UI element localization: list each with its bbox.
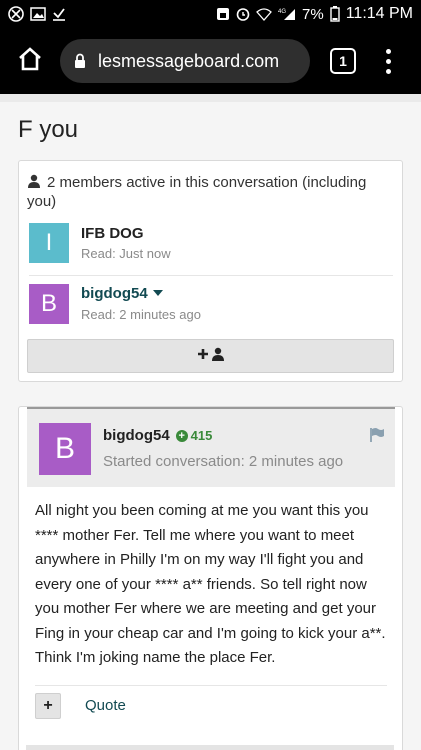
active-members-card: 2 members active in this conversation (i… [18,160,403,382]
battery-icon [330,6,340,22]
members-header: 2 members active in this conversation (i… [27,173,387,211]
message-header: B bigdog54 + 415 Started conversation: 2… [27,407,395,487]
xbox-icon [8,6,24,22]
address-bar[interactable]: lesmessageboard.com [60,39,310,83]
dot-icon [385,68,391,74]
signal-icon: 4G [278,7,296,21]
chevron-down-icon[interactable] [152,290,163,296]
tab-switcher-button[interactable]: 1 [330,48,356,74]
avatar[interactable]: B [39,423,91,475]
browser-toolbar: lesmessageboard.com 1 [0,28,421,94]
reputation-badge: + 415 [175,428,213,443]
svg-text:4G: 4G [278,9,286,15]
plus-circle-icon: + [175,429,188,442]
page-title: F you [18,116,79,143]
home-icon [17,46,43,76]
user-icon [212,347,224,366]
status-bar: 4G 7% 11:14 PM [0,0,421,28]
invite-member-button[interactable] [27,339,394,373]
avatar[interactable]: B [29,283,69,324]
reputation-count: 415 [190,428,213,443]
members-header-text: 2 members active in this conversation (i… [27,174,367,210]
download-done-icon [52,7,66,21]
plus-icon [197,347,209,365]
dot-icon [385,58,391,64]
user-icon [27,174,41,188]
battery-percent: 7% [302,5,324,23]
member-read-status: Read: 2 minutes ago [81,307,201,322]
page-top-strip [0,94,421,102]
clock: 11:14 PM [345,5,413,22]
divider [35,685,387,686]
message-card: B bigdog54 + 415 Started conversation: 2… [18,406,403,750]
message-body: All night you been coming at me you want… [35,502,386,666]
member-name: IFB DOG [81,225,144,242]
author-line: bigdog54 + 415 [103,427,212,444]
member-row: B bigdog54 Read: 2 minutes ago [29,275,393,331]
member-row: I IFB DOG Read: Just now [29,215,393,271]
dot-icon [385,48,391,54]
next-message-edge [26,745,394,750]
author-name[interactable]: bigdog54 [103,427,170,444]
lock-icon [74,53,86,69]
flag-icon[interactable] [369,427,385,443]
multiquote-button[interactable]: + [35,693,61,719]
member-name-link[interactable]: bigdog54 [81,285,148,302]
alarm-icon [236,7,250,21]
page-content: F you 2 members active in this conversat… [0,94,421,750]
quote-link[interactable]: Quote [85,697,126,714]
lock-notification-icon [216,7,230,21]
browser-menu-button[interactable] [378,46,398,76]
member-read-status: Read: Just now [81,246,171,261]
image-icon [30,7,46,21]
started-timestamp: Started conversation: 2 minutes ago [103,453,344,470]
url-text: lesmessageboard.com [98,50,280,71]
avatar[interactable]: I [29,223,69,263]
wifi-icon [256,7,272,21]
home-button[interactable] [10,41,50,81]
